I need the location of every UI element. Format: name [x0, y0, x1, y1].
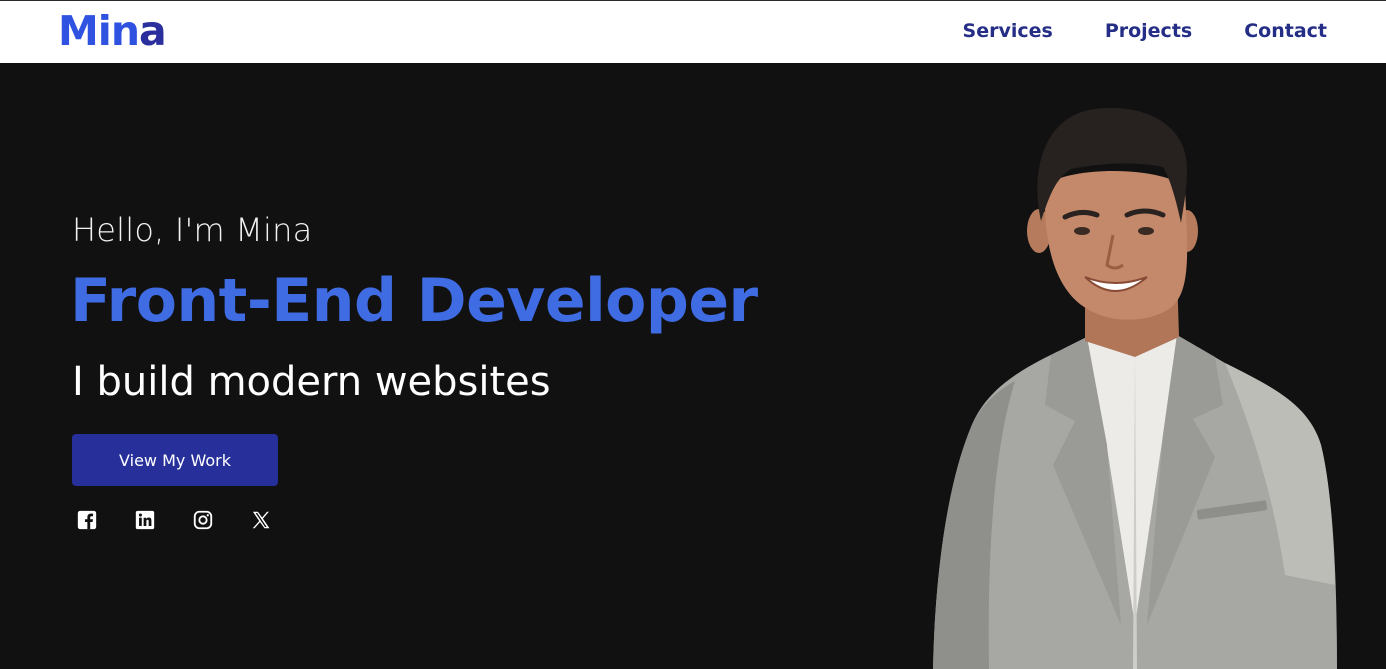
- navbar: Min a Services Projects Contact: [0, 0, 1386, 63]
- social-links: [76, 509, 272, 531]
- nav-links: Services Projects Contact: [963, 18, 1327, 44]
- hero-greeting: Hello, I'm Mina: [72, 211, 313, 249]
- hero-section: Hello, I'm Mina Front-End Developer I bu…: [0, 63, 1386, 669]
- facebook-icon[interactable]: [76, 509, 98, 531]
- hero-headline: Front-End Developer: [70, 266, 758, 336]
- logo-accent: a: [139, 7, 167, 55]
- linkedin-icon[interactable]: [134, 509, 156, 531]
- nav-link-projects[interactable]: Projects: [1105, 18, 1192, 44]
- portrait-photo: [925, 105, 1345, 669]
- hero-subline: I build modern websites: [72, 359, 551, 405]
- nav-link-contact[interactable]: Contact: [1244, 18, 1327, 44]
- logo-text: Min: [58, 7, 140, 55]
- x-icon[interactable]: [250, 509, 272, 531]
- instagram-icon[interactable]: [192, 509, 214, 531]
- logo[interactable]: Min a: [58, 7, 167, 55]
- nav-link-services[interactable]: Services: [963, 18, 1053, 44]
- view-my-work-button[interactable]: View My Work: [72, 434, 278, 486]
